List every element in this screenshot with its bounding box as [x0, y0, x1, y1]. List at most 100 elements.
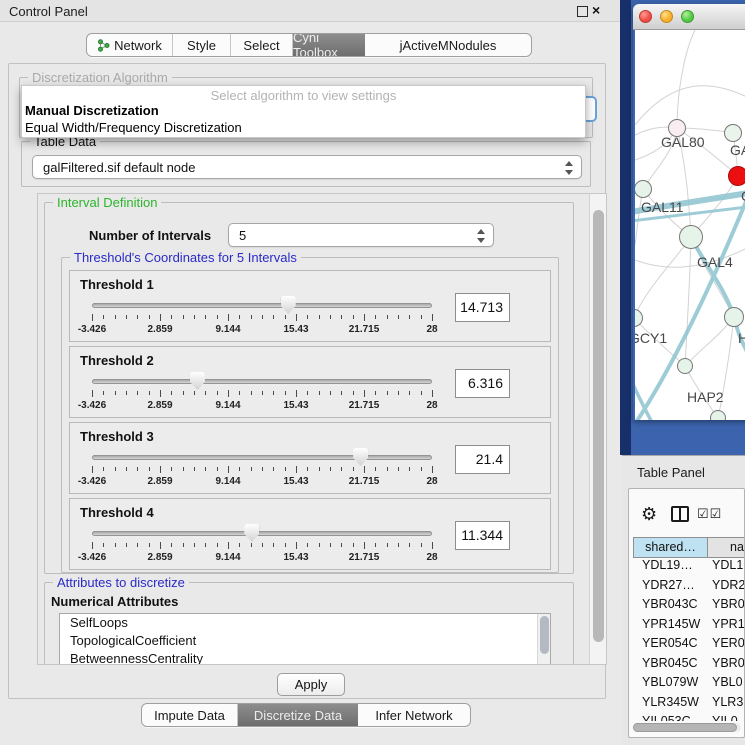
- slider-tick: [103, 315, 104, 319]
- slider-tick: [341, 315, 342, 319]
- slider-tick-label: 15.43: [266, 400, 326, 411]
- table-row[interactable]: YDR27…YDR2: [633, 578, 745, 598]
- table-row[interactable]: YER054CYER0: [633, 636, 745, 656]
- slider-tick: [353, 315, 354, 319]
- network-view-window[interactable]: GAL80GACGAL11GAL4GCY1HHAP2: [633, 4, 745, 420]
- attribute-list-item[interactable]: BetweennessCentrality: [60, 650, 550, 665]
- minimize-window-icon[interactable]: [660, 10, 673, 23]
- slider-tick: [160, 390, 161, 397]
- slider-thumb[interactable]: [244, 524, 259, 542]
- cell-name: YBL0: [708, 675, 745, 695]
- slider-tick: [296, 390, 297, 397]
- zoom-window-icon[interactable]: [681, 10, 694, 23]
- close-window-icon[interactable]: [639, 10, 652, 23]
- table-data-combobox[interactable]: galFiltered.sif default node: [32, 155, 582, 179]
- select-columns-checkbox-icons[interactable]: ☑☑: [697, 506, 722, 522]
- slider-tick-label: 9.144: [198, 476, 258, 487]
- table-row[interactable]: YPR145WYPR1: [633, 617, 745, 637]
- tab-impute-data[interactable]: Impute Data: [142, 704, 238, 726]
- network-node-label: GCY1: [635, 330, 667, 346]
- slider-track[interactable]: [92, 455, 432, 460]
- vertical-scrollbar[interactable]: [589, 194, 606, 664]
- table-header-row: shared… na: [633, 537, 745, 558]
- slider-tick: [251, 391, 252, 395]
- apply-button[interactable]: Apply: [277, 673, 345, 696]
- table-row[interactable]: YIL053CYIL0: [633, 714, 745, 721]
- number-of-intervals-combobox[interactable]: 5: [228, 223, 494, 247]
- attributes-list-scrollbar[interactable]: [537, 614, 550, 665]
- numerical-attributes-list[interactable]: SelfLoopsTopologicalCoefficientBetweenne…: [59, 613, 551, 665]
- tab-jactivemnodules[interactable]: jActiveMNodules: [365, 34, 531, 56]
- float-window-icon[interactable]: [577, 6, 588, 17]
- column-header-name[interactable]: na: [708, 537, 745, 558]
- tab-cyni-toolbox[interactable]: Cyni Toolbox: [293, 34, 365, 56]
- slider-tick: [421, 391, 422, 395]
- tab-style[interactable]: Style: [173, 34, 231, 56]
- algorithm-prompt-option[interactable]: Select algorithm to view settings: [22, 88, 585, 103]
- slider-tick: [421, 543, 422, 547]
- network-node-h[interactable]: [724, 307, 744, 327]
- slider-tick: [364, 314, 365, 321]
- columns-icon[interactable]: [671, 506, 689, 522]
- tab-infer-network[interactable]: Infer Network: [358, 704, 470, 726]
- algorithm-option-manual[interactable]: Manual Discretization: [25, 103, 159, 118]
- slider-thumb[interactable]: [281, 296, 296, 314]
- slider-tick: [228, 542, 229, 549]
- slider-tick: [387, 391, 388, 395]
- network-node-gal4[interactable]: [679, 225, 703, 249]
- table-row[interactable]: YBR045CYBR0: [633, 656, 745, 676]
- table-row[interactable]: YDL19…YDL1: [633, 558, 745, 578]
- threshold-value-field[interactable]: 21.4: [455, 445, 510, 474]
- network-node[interactable]: [710, 410, 726, 420]
- slider-tick: [353, 543, 354, 547]
- table-row[interactable]: YBR043CYBR0: [633, 597, 745, 617]
- slider-track[interactable]: [92, 531, 432, 536]
- slider-tick: [103, 391, 104, 395]
- cyni-toolbox-panel: Discretization Algorithm Select algorith…: [8, 63, 606, 699]
- slider-tick: [285, 315, 286, 319]
- threshold-value-field[interactable]: 11.344: [455, 521, 510, 550]
- algorithm-option-equal-width[interactable]: Equal Width/Frequency Discretization: [25, 120, 242, 135]
- slider-tick: [353, 391, 354, 395]
- slider-tick-label: 9.144: [198, 400, 258, 411]
- network-node-label: HAP2: [687, 389, 724, 405]
- attribute-list-item[interactable]: TopologicalCoefficient: [60, 632, 550, 650]
- table-data-group: Table Data galFiltered.sif default node: [21, 141, 591, 187]
- cell-shared-name: YPR145W: [633, 617, 708, 637]
- number-of-intervals-label: Number of Intervals: [89, 228, 211, 243]
- slider-thumb[interactable]: [190, 372, 205, 390]
- gear-icon[interactable]: ⚙: [641, 504, 657, 525]
- slider-tick-label: -3.426: [62, 324, 122, 335]
- column-header-shared-name[interactable]: shared…: [633, 537, 708, 558]
- network-node-ga[interactable]: [724, 124, 742, 142]
- slider-tick: [398, 543, 399, 547]
- slider-tick: [149, 315, 150, 319]
- discretization-algorithm-label: Discretization Algorithm: [28, 70, 172, 85]
- attribute-list-item[interactable]: SelfLoops: [60, 614, 550, 632]
- table-row[interactable]: YBL079WYBL0: [633, 675, 745, 695]
- slider-tick: [409, 315, 410, 319]
- slider-tick: [126, 467, 127, 471]
- slider-track[interactable]: [92, 379, 432, 384]
- threshold-value-field[interactable]: 6.316: [455, 369, 510, 398]
- close-icon[interactable]: ×: [592, 2, 600, 18]
- slider-tick: [205, 543, 206, 547]
- slider-track[interactable]: [92, 303, 432, 308]
- tab-discretize-data[interactable]: Discretize Data: [238, 704, 358, 726]
- slider-tick: [319, 543, 320, 547]
- slider-thumb[interactable]: [353, 448, 368, 466]
- network-node-c[interactable]: [728, 166, 745, 186]
- table-row[interactable]: YLR345WYLR3: [633, 695, 745, 715]
- tab-select[interactable]: Select: [231, 34, 293, 56]
- slider-tick: [341, 543, 342, 547]
- attributes-group-label: Attributes to discretize: [53, 575, 189, 590]
- tab-network[interactable]: Network: [87, 34, 173, 56]
- table-horizontal-scrollbar[interactable]: [633, 723, 741, 732]
- network-node-hap2[interactable]: [677, 358, 693, 374]
- slider-tick: [217, 315, 218, 319]
- slider-tick: [194, 543, 195, 547]
- network-canvas[interactable]: GAL80GACGAL11GAL4GCY1HHAP2: [635, 30, 745, 420]
- threshold-label: Threshold 3: [80, 429, 154, 444]
- cell-name: YPR1: [708, 617, 745, 637]
- threshold-value-field[interactable]: 14.713: [455, 293, 510, 322]
